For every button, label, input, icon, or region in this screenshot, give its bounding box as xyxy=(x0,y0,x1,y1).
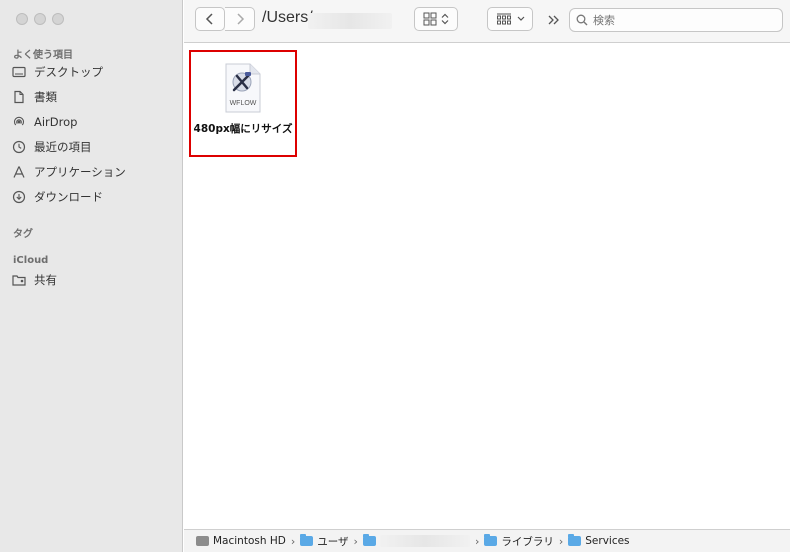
chevron-updown-icon xyxy=(441,13,449,25)
airdrop-icon xyxy=(13,116,25,126)
sidebar-item-applications[interactable]: アプリケーション xyxy=(12,161,177,183)
file-browser-area: WFLOW 480px幅にリサイズ xyxy=(184,44,790,529)
window-title-path: /Users/ xyxy=(262,9,313,26)
path-item-label: ユーザ xyxy=(317,535,349,548)
sidebar-item-label: 最近の項目 xyxy=(34,140,92,154)
group-button[interactable] xyxy=(487,7,533,31)
sidebar-item-desktop[interactable]: デスクトップ xyxy=(12,61,177,83)
file-item[interactable]: WFLOW 480px幅にリサイズ xyxy=(189,50,297,157)
path-item-label: ライブラリ xyxy=(501,535,554,548)
chevron-left-icon xyxy=(205,13,213,25)
sidebar-item-label: ダウンロード xyxy=(34,190,103,204)
shared-folder-icon xyxy=(12,275,26,286)
tags-header: タグ xyxy=(13,229,33,240)
path-item-label: Services xyxy=(585,535,630,547)
path-bar: Macintosh HD › ユーザ › › ライブラリ › Services xyxy=(184,529,790,552)
clock-icon xyxy=(12,140,26,154)
sidebar-item-label: デスクトップ xyxy=(34,65,103,79)
redacted-username xyxy=(379,535,470,547)
path-separator: › xyxy=(558,534,564,548)
path-separator: › xyxy=(290,534,296,548)
grid-view-icon xyxy=(423,12,437,26)
search-field[interactable] xyxy=(569,8,783,32)
minimize-button[interactable] xyxy=(34,13,46,25)
path-item-macintosh-hd[interactable]: Macintosh HD xyxy=(196,535,286,547)
search-input[interactable] xyxy=(593,13,763,27)
path-separator: › xyxy=(474,534,480,548)
sidebar-item-recents[interactable]: 最近の項目 xyxy=(12,136,177,158)
close-button[interactable] xyxy=(16,13,28,25)
sidebar-item-airdrop[interactable]: AirDrop xyxy=(12,111,177,133)
applications-icon xyxy=(13,166,25,178)
sidebar-item-label: 共有 xyxy=(34,273,57,287)
double-chevron-right-icon xyxy=(548,15,559,25)
back-button[interactable] xyxy=(195,7,225,31)
chevron-down-icon xyxy=(517,16,524,21)
path-separator: › xyxy=(353,534,358,548)
sidebar-item-downloads[interactable]: ダウンロード xyxy=(12,186,177,208)
desktop-icon xyxy=(12,66,26,78)
folder-icon xyxy=(568,534,582,546)
toolbar-overflow-button[interactable] xyxy=(546,12,562,28)
sidebar-item-shared[interactable]: 共有 xyxy=(12,269,177,291)
path-item-users[interactable]: ユーザ xyxy=(300,534,349,549)
window-controls xyxy=(16,13,64,25)
view-mode-button[interactable] xyxy=(414,7,458,31)
group-icon xyxy=(496,13,511,25)
forward-button[interactable] xyxy=(225,7,255,31)
sidebar-item-label: アプリケーション xyxy=(34,165,126,179)
sidebar-item-documents[interactable]: 書類 xyxy=(12,86,177,108)
document-icon xyxy=(14,90,24,104)
folder-icon xyxy=(484,534,498,546)
path-item-label: Macintosh HD xyxy=(213,535,286,547)
search-icon xyxy=(576,14,588,26)
sidebar-item-label: AirDrop xyxy=(34,115,78,129)
file-name: 480px幅にリサイズ xyxy=(193,123,293,135)
zoom-button[interactable] xyxy=(52,13,64,25)
download-icon xyxy=(12,190,26,204)
sidebar-item-label: 書類 xyxy=(34,90,57,104)
file-type-label: WFLOW xyxy=(229,100,257,107)
home-folder-icon xyxy=(362,534,376,546)
finder-window: よく使う項目 デスクトップ 書類 AirDrop 最近の項目 アプリケーション … xyxy=(0,0,790,552)
chevron-right-icon xyxy=(236,13,244,25)
redacted-username xyxy=(308,13,392,29)
workflow-file-icon: WFLOW xyxy=(222,62,264,114)
favorites-header: よく使う項目 xyxy=(13,50,73,61)
path-item-home[interactable] xyxy=(362,534,470,547)
path-item-services[interactable]: Services xyxy=(568,534,630,547)
icloud-header: iCloud xyxy=(13,255,49,266)
folder-icon xyxy=(300,534,314,546)
hard-drive-icon xyxy=(196,536,209,546)
path-item-library[interactable]: ライブラリ xyxy=(484,534,554,549)
sidebar: よく使う項目 デスクトップ 書類 AirDrop 最近の項目 アプリケーション … xyxy=(0,0,183,552)
